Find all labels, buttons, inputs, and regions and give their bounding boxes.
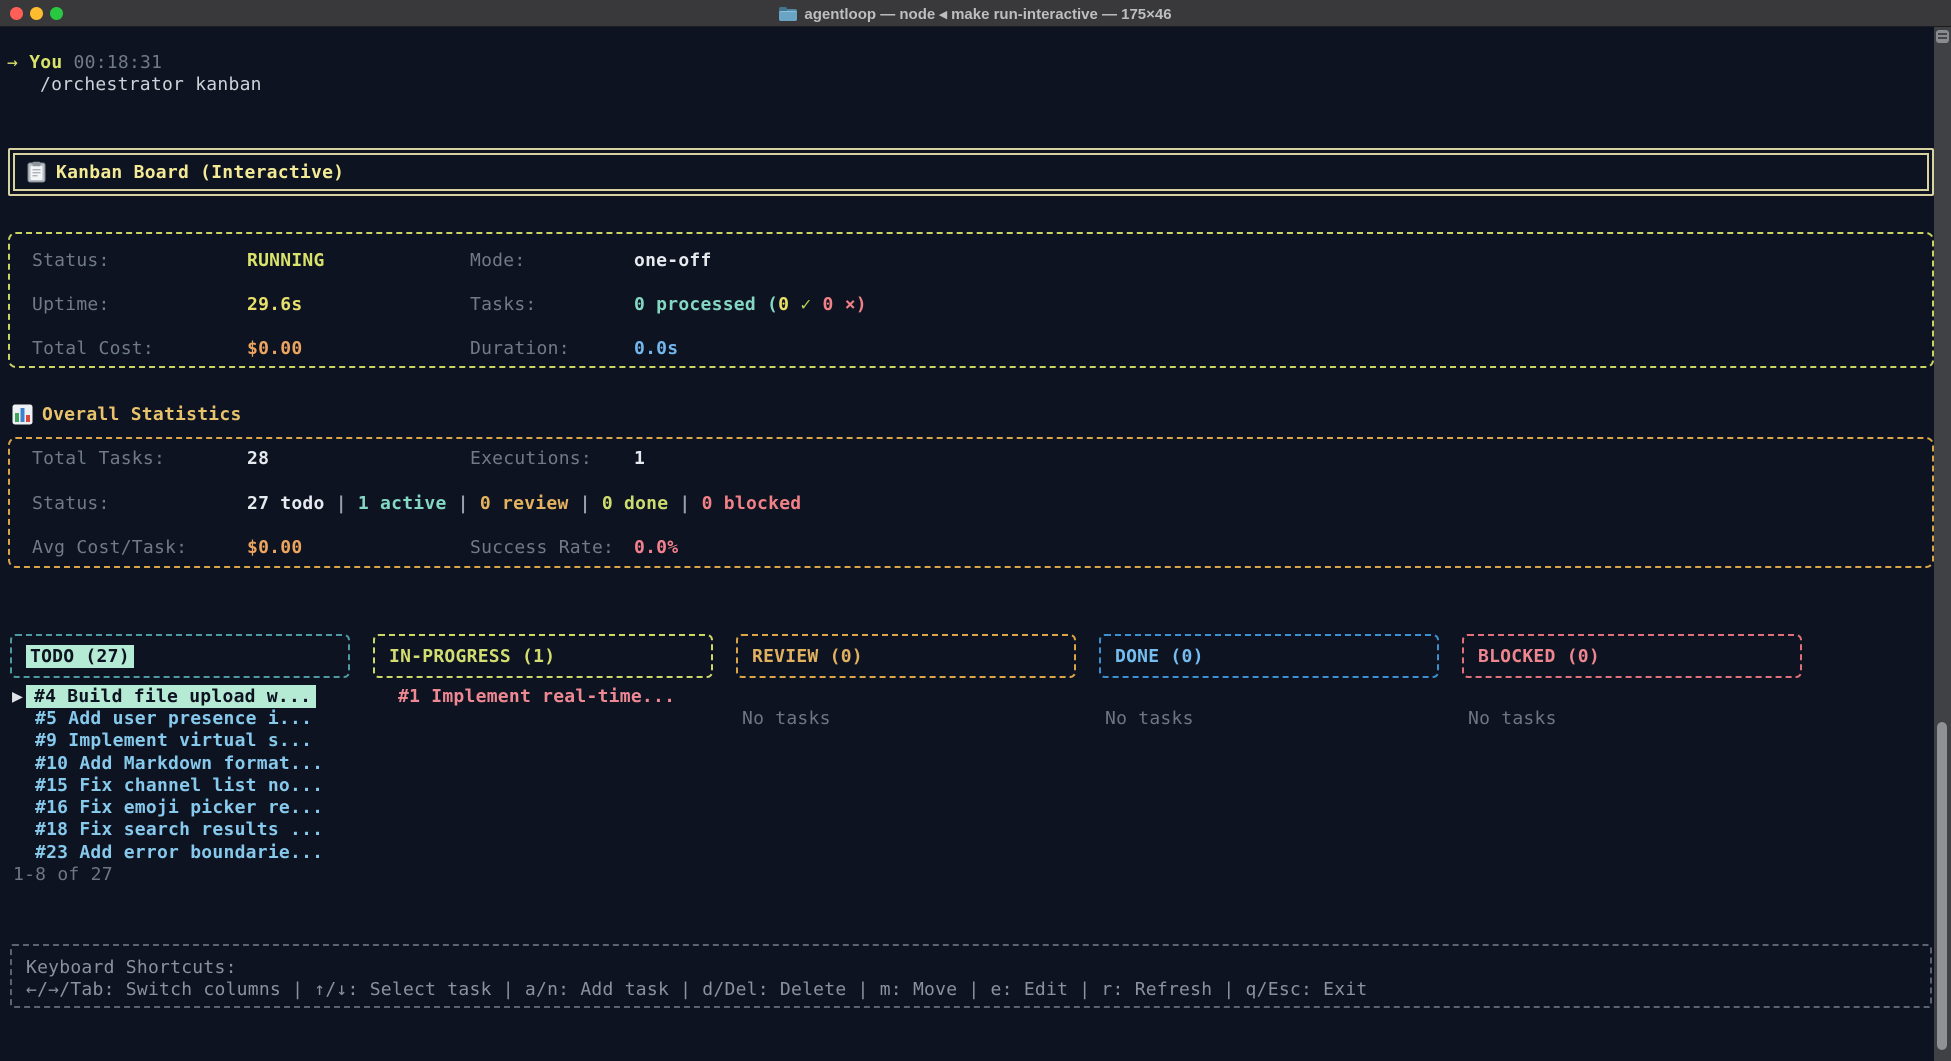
stats-heading-text: Overall Statistics bbox=[42, 404, 242, 425]
column-title-in-progress: IN-PROGRESS (1) bbox=[389, 646, 555, 667]
total-cost-label: Total Cost: bbox=[32, 338, 154, 360]
scrollbar-thumb[interactable] bbox=[1937, 722, 1947, 1050]
uptime-label: Uptime: bbox=[32, 294, 110, 316]
tasks-processed: 0 processed ( bbox=[634, 294, 778, 315]
terminal-window: agentloop — node ◂ make run-interactive … bbox=[0, 0, 1951, 1061]
column-header-todo[interactable]: TODO (27) bbox=[10, 634, 350, 678]
mode-value: one-off bbox=[634, 250, 712, 272]
uptime-value: 29.6s bbox=[247, 294, 302, 316]
blocked-count: 0 blocked bbox=[702, 493, 802, 514]
status-value: RUNNING bbox=[247, 250, 325, 272]
prompt-arrow-icon: → bbox=[7, 52, 29, 73]
command-text: /orchestrator kanban bbox=[40, 74, 262, 96]
stats-panel: Total Tasks: 28 Executions: 1 Status: 27… bbox=[8, 437, 1934, 568]
task-row[interactable]: #16 Fix emoji picker re... bbox=[35, 797, 323, 819]
task-row-selected[interactable]: #4 Build file upload w... bbox=[26, 685, 316, 708]
status-breakdown-value: 27 todo | 1 active | 0 review | 0 done |… bbox=[247, 493, 801, 515]
active-count: 1 active bbox=[358, 493, 447, 514]
window-title-group: agentloop — node ◂ make run-interactive … bbox=[0, 0, 1951, 27]
column-title-review: REVIEW (0) bbox=[752, 646, 863, 667]
scrollbar-track[interactable] bbox=[1934, 27, 1951, 1061]
done-count: 0 done bbox=[602, 493, 669, 514]
separator: | bbox=[668, 493, 701, 514]
task-row[interactable]: #10 Add Markdown format... bbox=[35, 753, 323, 775]
column-title-todo: TODO (27) bbox=[26, 645, 134, 668]
clipboard-icon bbox=[27, 161, 46, 183]
prompt-timestamp: 00:18:31 bbox=[62, 52, 162, 73]
stats-heading: Overall Statistics bbox=[12, 402, 242, 426]
executions-label: Executions: bbox=[470, 448, 592, 470]
prompt-line: → You 00:18:31 bbox=[7, 52, 162, 74]
status-panel: Status: RUNNING Mode: one-off Uptime: 29… bbox=[8, 232, 1934, 368]
tasks-fail-count: 0 bbox=[823, 294, 845, 315]
column-header-done[interactable]: DONE (0) bbox=[1099, 634, 1439, 678]
todo-count: 27 todo bbox=[247, 493, 325, 514]
column-header-in-progress[interactable]: IN-PROGRESS (1) bbox=[373, 634, 713, 678]
task-row[interactable]: #15 Fix channel list no... bbox=[35, 775, 323, 797]
check-icon: ✓ bbox=[800, 294, 822, 315]
task-row[interactable]: #9 Implement virtual s... bbox=[35, 730, 312, 752]
task-row[interactable]: #18 Fix search results ... bbox=[35, 819, 323, 841]
avg-cost-label: Avg Cost/Task: bbox=[32, 537, 187, 559]
cross-icon: ×) bbox=[845, 294, 867, 315]
shortcuts-panel: Keyboard Shortcuts: ←/→/Tab: Switch colu… bbox=[10, 944, 1932, 1008]
tasks-value: 0 processed (0 ✓ 0 ×) bbox=[634, 294, 867, 316]
tasks-ok-count: 0 bbox=[778, 294, 800, 315]
folder-proxy-icon bbox=[779, 7, 797, 21]
success-rate-label: Success Rate: bbox=[470, 537, 614, 559]
column-title-blocked: BLOCKED (0) bbox=[1478, 646, 1600, 667]
shortcuts-list: ←/→/Tab: Switch columns | ↑/↓: Select ta… bbox=[26, 979, 1368, 1001]
success-rate-value: 0.0% bbox=[634, 537, 678, 559]
separator: | bbox=[447, 493, 480, 514]
separator: | bbox=[569, 493, 602, 514]
tasks-label: Tasks: bbox=[470, 294, 537, 316]
scrollbar-list-icon[interactable] bbox=[1936, 30, 1949, 43]
prompt-user: You bbox=[29, 52, 62, 73]
column-title-done: DONE (0) bbox=[1115, 646, 1204, 667]
separator: | bbox=[325, 493, 358, 514]
review-count: 0 review bbox=[480, 493, 569, 514]
window-title: agentloop — node ◂ make run-interactive … bbox=[804, 5, 1171, 23]
total-tasks-label: Total Tasks: bbox=[32, 448, 165, 470]
bar-chart-icon bbox=[12, 404, 33, 425]
shortcuts-heading: Keyboard Shortcuts: bbox=[26, 957, 237, 979]
status-breakdown-label: Status: bbox=[32, 493, 110, 515]
blocked-empty-label: No tasks bbox=[1468, 708, 1557, 730]
total-tasks-value: 28 bbox=[247, 448, 269, 470]
column-header-review[interactable]: REVIEW (0) bbox=[736, 634, 1076, 678]
duration-value: 0.0s bbox=[634, 338, 678, 360]
avg-cost-value: $0.00 bbox=[247, 537, 302, 559]
board-title: Kanban Board (Interactive) bbox=[56, 162, 344, 183]
status-label: Status: bbox=[32, 250, 110, 272]
mode-label: Mode: bbox=[470, 250, 525, 272]
executions-value: 1 bbox=[634, 448, 645, 470]
column-header-blocked[interactable]: BLOCKED (0) bbox=[1462, 634, 1802, 678]
window-titlebar: agentloop — node ◂ make run-interactive … bbox=[0, 0, 1951, 27]
task-row[interactable]: #5 Add user presence i... bbox=[35, 708, 312, 730]
done-empty-label: No tasks bbox=[1105, 708, 1194, 730]
total-cost-value: $0.00 bbox=[247, 338, 302, 360]
board-header-box: Kanban Board (Interactive) bbox=[8, 148, 1934, 196]
todo-pagination: 1-8 of 27 bbox=[13, 864, 113, 886]
task-row[interactable]: #1 Implement real-time... bbox=[398, 686, 675, 708]
task-row[interactable]: #23 Add error boundarie... bbox=[35, 842, 323, 864]
duration-label: Duration: bbox=[470, 338, 570, 360]
selected-task-marker-icon: ▶ bbox=[12, 686, 23, 708]
review-empty-label: No tasks bbox=[742, 708, 831, 730]
